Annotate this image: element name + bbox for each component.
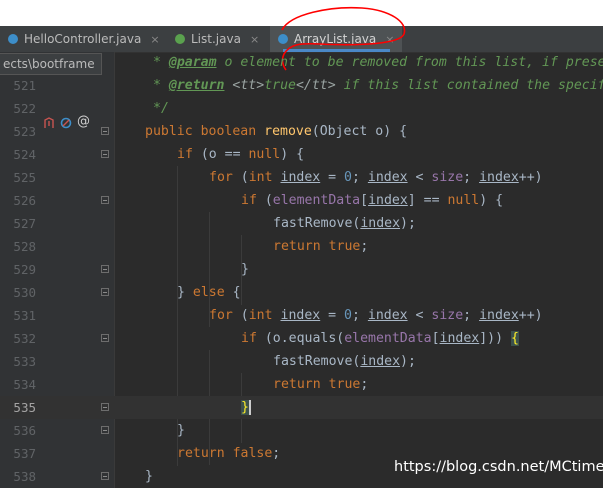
line-number: 530 — [13, 285, 36, 300]
line-number: 523 — [13, 124, 36, 139]
code-text: public boolean remove(Object o) { — [145, 124, 408, 139]
line-number: 534 — [13, 377, 36, 392]
line-number: 522 — [13, 101, 36, 116]
java-class-icon — [8, 34, 18, 44]
fold-icon[interactable] — [101, 403, 109, 411]
code-text: * @return <tt>true</tt> if this list con… — [153, 78, 603, 93]
overriding-method-icon[interactable] — [60, 117, 72, 129]
code-text: */ — [153, 101, 169, 116]
code-line[interactable]: 534 return true; — [0, 373, 603, 396]
line-number: 525 — [13, 170, 36, 185]
code-text: * @param o element to be removed from th… — [153, 55, 603, 70]
line-number: 527 — [13, 216, 36, 231]
code-text: } — [177, 423, 185, 438]
code-text: if (o == null) { — [177, 147, 305, 162]
tab-label: ArrayList.java — [294, 32, 377, 46]
code-text: } — [145, 469, 153, 484]
code-line[interactable]: 527 fastRemove(index); — [0, 212, 603, 235]
code-text: if (elementData[index] == null) { — [241, 193, 504, 208]
line-number: 531 — [13, 308, 36, 323]
line-number: 538 — [13, 469, 36, 484]
watermark: https://blog.csdn.net/MCtime — [394, 459, 603, 475]
java-interface-icon — [175, 34, 185, 44]
line-number: 533 — [13, 354, 36, 369]
code-line[interactable]: 531 for (int index = 0; index < size; ind… — [0, 304, 603, 327]
code-text: return false; — [177, 446, 281, 461]
editor-tab-strip: HelloController.java × List.java × Array… — [0, 26, 603, 53]
fold-icon[interactable] — [101, 127, 109, 135]
fold-icon[interactable] — [101, 472, 109, 480]
code-text: for (int index = 0; index < size; index+… — [209, 308, 543, 323]
tab-list[interactable]: List.java × — [175, 26, 259, 52]
code-text: for (int index = 0; index < size; index+… — [209, 170, 543, 185]
line-number: 537 — [13, 446, 36, 461]
line-number: 526 — [13, 193, 36, 208]
fold-icon[interactable] — [101, 288, 109, 296]
code-text: } — [241, 262, 249, 277]
fold-icon[interactable] — [101, 265, 109, 273]
tab-hellocontroller[interactable]: HelloController.java × — [8, 26, 160, 52]
code-text: fastRemove(index); — [273, 354, 416, 369]
code-text: return true; — [273, 377, 369, 392]
code-line[interactable]: 533 fastRemove(index); — [0, 350, 603, 373]
tab-label: HelloController.java — [24, 32, 142, 46]
line-number: 528 — [13, 239, 36, 254]
tab-label: List.java — [191, 32, 241, 46]
code-line[interactable]: 532 if (o.equals(elementData[index])) { — [0, 327, 603, 350]
code-line[interactable]: 526 if (elementData[index] == null) { — [0, 189, 603, 212]
code-line[interactable]: 522 */ — [0, 97, 603, 120]
close-icon[interactable]: × — [250, 33, 259, 46]
close-icon[interactable]: × — [385, 33, 394, 46]
code-line[interactable]: 525 for (int index = 0; index < size; ind… — [0, 166, 603, 189]
fold-icon[interactable] — [101, 150, 109, 158]
code-text: return true; — [273, 239, 369, 254]
code-editor[interactable]: * @param o element to be removed from th… — [0, 52, 603, 488]
code-line[interactable]: 536} — [0, 419, 603, 442]
code-line[interactable]: 530 } else { — [0, 281, 603, 304]
fold-icon[interactable] — [101, 196, 109, 204]
java-class-icon — [278, 34, 288, 44]
code-line[interactable]: 535} — [0, 396, 603, 419]
line-number: 536 — [13, 423, 36, 438]
line-number: 532 — [13, 331, 36, 346]
implementing-method-icon[interactable] — [44, 117, 54, 129]
fold-icon[interactable] — [101, 334, 109, 342]
annotation-marker-icon[interactable]: @ — [77, 114, 90, 129]
line-number: 535 — [13, 400, 36, 415]
code-text: fastRemove(index); — [273, 216, 416, 231]
code-line[interactable]: 521 * @return <tt>true</tt> if this list … — [0, 74, 603, 97]
line-number: 529 — [13, 262, 36, 277]
close-icon[interactable]: × — [150, 33, 159, 46]
code-text: } else { — [177, 285, 241, 300]
code-line[interactable]: 523 public boolean remove(Object o) { — [0, 120, 603, 143]
code-line[interactable]: 524 if (o == null) { — [0, 143, 603, 166]
line-number: 521 — [13, 78, 36, 93]
code-line[interactable]: 528 return true; — [0, 235, 603, 258]
code-line[interactable]: 529} — [0, 258, 603, 281]
code-text: if (o.equals(elementData[index])) { — [241, 331, 519, 346]
breadcrumb[interactable]: ects\bootframe — [0, 53, 102, 75]
line-number: 524 — [13, 147, 36, 162]
code-text: } — [241, 400, 251, 415]
fold-icon[interactable] — [101, 426, 109, 434]
